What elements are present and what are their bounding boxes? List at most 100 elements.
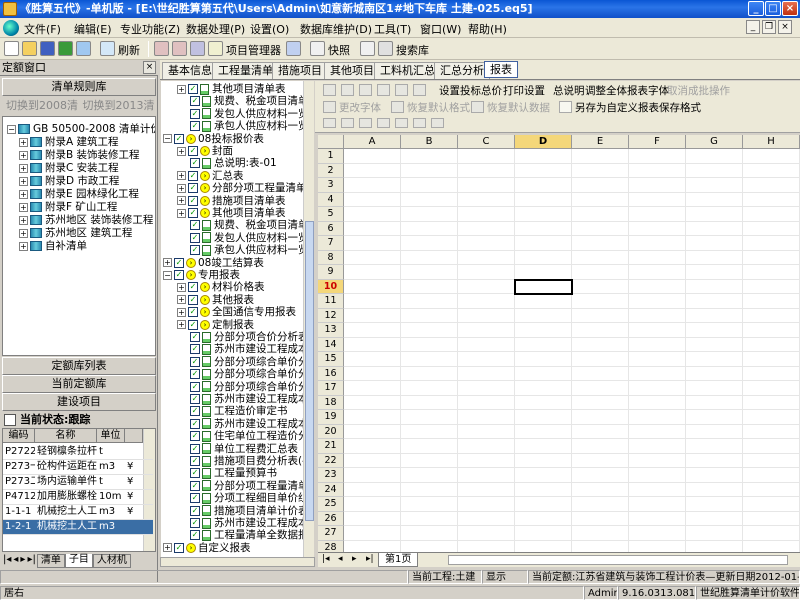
close-icon[interactable]: × — [143, 61, 156, 74]
report-tree-item[interactable]: ✓ 工程量清单全数据报 — [177, 529, 303, 542]
row-header[interactable]: 25 — [318, 497, 344, 512]
sheet-nav-prev[interactable]: ◂ — [338, 554, 343, 564]
row-header[interactable]: 22 — [318, 453, 344, 468]
report-tree-item[interactable]: + ✓ › 措施项目清单表 — [177, 195, 286, 208]
expand-toggle-icon[interactable]: + — [177, 171, 186, 181]
mdi-minimize-button[interactable]: _ — [746, 20, 760, 34]
row-header[interactable]: 28 — [318, 540, 344, 552]
report-tree-item[interactable]: ✓ 分部分项合价分析表 — [177, 331, 303, 344]
mdi-restore-button[interactable]: ❐ — [762, 20, 776, 34]
checkbox-icon[interactable]: ✓ — [174, 133, 184, 144]
row-header[interactable]: 19 — [318, 410, 344, 425]
save-custom-icon[interactable] — [559, 101, 572, 113]
report-icon-c[interactable] — [359, 84, 372, 96]
menu-database[interactable]: 数据库维护(D) — [300, 21, 372, 37]
report-tree-item[interactable]: ✓ 苏州市建设工程成本 — [177, 393, 303, 406]
refresh-button[interactable]: 刷新 — [118, 42, 140, 58]
open-folder-icon[interactable] — [22, 41, 37, 56]
sheet-nav-first[interactable]: |◂ — [322, 554, 330, 564]
row-header[interactable]: 12 — [318, 308, 344, 323]
next-tab-nav[interactable]: ▸ — [19, 554, 26, 568]
tab-other-items[interactable]: 其他项目 — [324, 62, 380, 79]
checkbox-icon[interactable]: ✓ — [190, 418, 200, 429]
report-icon-f[interactable] — [413, 84, 426, 96]
report-tree-item[interactable]: + ✓ › 分部分项工程量清单 — [177, 182, 303, 195]
menu-data[interactable]: 数据处理(P) — [186, 21, 245, 37]
report-tree-item[interactable]: + ✓ › 08竣工结算表 — [163, 257, 264, 270]
tab-subitem[interactable]: 子目 — [64, 554, 93, 568]
column-header[interactable]: B — [401, 135, 458, 149]
report-tree-item[interactable]: − ✓ › 专用报表 — [163, 269, 240, 282]
calculator-icon[interactable] — [286, 41, 301, 56]
change-font-button[interactable]: 更改字体 — [339, 101, 381, 115]
report-icon-d[interactable] — [377, 84, 390, 96]
checkbox-icon[interactable]: ✓ — [190, 406, 200, 417]
menu-tools[interactable]: 工具(T) — [374, 21, 411, 37]
row-header[interactable]: 24 — [318, 482, 344, 497]
table-row[interactable]: 1-2-1 机械挖土人工(m3 — [3, 520, 153, 535]
col-code[interactable]: 编码 — [3, 429, 35, 443]
sheet-hscroll[interactable] — [448, 555, 788, 565]
restore-format-button[interactable]: 恢复默认格式 — [407, 101, 470, 115]
report-icon-1[interactable] — [154, 41, 169, 56]
report-tree-item[interactable]: + ✓ › 自定义报表 — [163, 542, 251, 555]
row-header[interactable]: 11 — [318, 294, 344, 309]
checkbox-icon[interactable]: ✓ — [174, 270, 184, 280]
report-icon-b[interactable] — [341, 84, 354, 96]
tab-basic-info[interactable]: 基本信息 — [162, 62, 218, 79]
minimize-button[interactable]: _ — [748, 1, 764, 16]
quota-library-list-button[interactable]: 定额库列表 — [2, 357, 156, 375]
new-file-icon[interactable] — [4, 41, 19, 56]
report-tree-item[interactable]: ✓ 苏州市建设工程成本 — [177, 343, 303, 356]
snapshot-button[interactable]: 快照 — [328, 42, 350, 58]
project-manager-button[interactable]: 项目管理器 — [226, 42, 281, 58]
expand-toggle-icon[interactable]: − — [7, 124, 16, 134]
report-tree-item[interactable]: − ✓ › 08投标报价表 — [163, 133, 264, 146]
row-header[interactable]: 26 — [318, 511, 344, 526]
expand-toggle-icon[interactable]: + — [163, 543, 172, 553]
expand-toggle-icon[interactable]: + — [177, 295, 186, 305]
project-manager-icon[interactable] — [208, 41, 223, 56]
align-icon-1[interactable] — [323, 118, 336, 128]
checkbox-icon[interactable]: ✓ — [190, 394, 200, 404]
align-icon-7[interactable] — [431, 118, 444, 128]
checkbox-icon[interactable]: ✓ — [188, 208, 198, 218]
sheet-nav-next[interactable]: ▸ — [352, 554, 357, 564]
table-row[interactable]: P4712 加用膨胀螺栓) 10m ¥ — [3, 490, 153, 505]
report-tree-item[interactable]: + ✓ › 材料价格表 — [177, 281, 265, 294]
expand-toggle-icon[interactable]: + — [177, 146, 186, 156]
row-header[interactable]: 13 — [318, 323, 344, 338]
first-tab-nav[interactable]: |◂ — [2, 554, 12, 568]
expand-toggle-icon[interactable]: + — [19, 163, 28, 173]
report-sheet[interactable]: A B C D E F G H 1 2 3 4 5 6 7 8 9 10 11 12 13 14 15 16 17 18 19 20 2… — [318, 135, 800, 552]
row-header[interactable]: 15 — [318, 352, 344, 367]
switch-2008-button[interactable]: 切换到2008清单 — [6, 97, 80, 130]
checkbox-icon[interactable]: ✓ — [190, 121, 200, 132]
quota-tree-item[interactable]: + 苏州地区 装饰装修工程 — [19, 214, 153, 227]
expand-toggle-icon[interactable]: + — [177, 196, 186, 206]
checkbox-icon[interactable]: ✓ — [190, 443, 200, 454]
column-header[interactable]: F — [629, 135, 686, 149]
expand-toggle-icon[interactable]: + — [19, 202, 28, 212]
format-icon[interactable] — [391, 101, 404, 113]
quota-tree-item[interactable]: + 附录D 市政工程 — [19, 175, 119, 188]
quota-tree-item[interactable]: − GB 50500-2008 清单计价规范 — [7, 123, 155, 136]
grid-corner[interactable] — [318, 135, 344, 149]
checkbox-icon[interactable]: ✓ — [190, 158, 200, 169]
column-header[interactable]: D — [515, 135, 572, 149]
prev-tab-nav[interactable]: ◂ — [12, 554, 19, 568]
checkbox-icon[interactable]: ✓ — [188, 319, 198, 330]
search-library-button[interactable]: 搜索库 — [396, 42, 429, 58]
align-icon-5[interactable] — [395, 118, 408, 128]
report-tree-item[interactable]: ✓ 发包人供应材料一览 — [177, 108, 303, 121]
expand-toggle-icon[interactable]: + — [177, 208, 186, 218]
data-icon[interactable] — [471, 101, 484, 113]
row-header[interactable]: 6 — [318, 221, 344, 236]
report-tree-item[interactable]: ✓ 工程造价审定书 — [177, 405, 288, 418]
font-icon[interactable] — [323, 101, 336, 113]
set-total-price-button[interactable]: 设置投标总价 — [439, 84, 502, 98]
checkbox-icon[interactable]: ✓ — [190, 369, 200, 380]
tab-summary-analysis[interactable]: 汇总分析 — [434, 62, 490, 79]
checkbox-icon[interactable]: ✓ — [188, 183, 198, 194]
col-name[interactable]: 名称 — [35, 429, 97, 443]
